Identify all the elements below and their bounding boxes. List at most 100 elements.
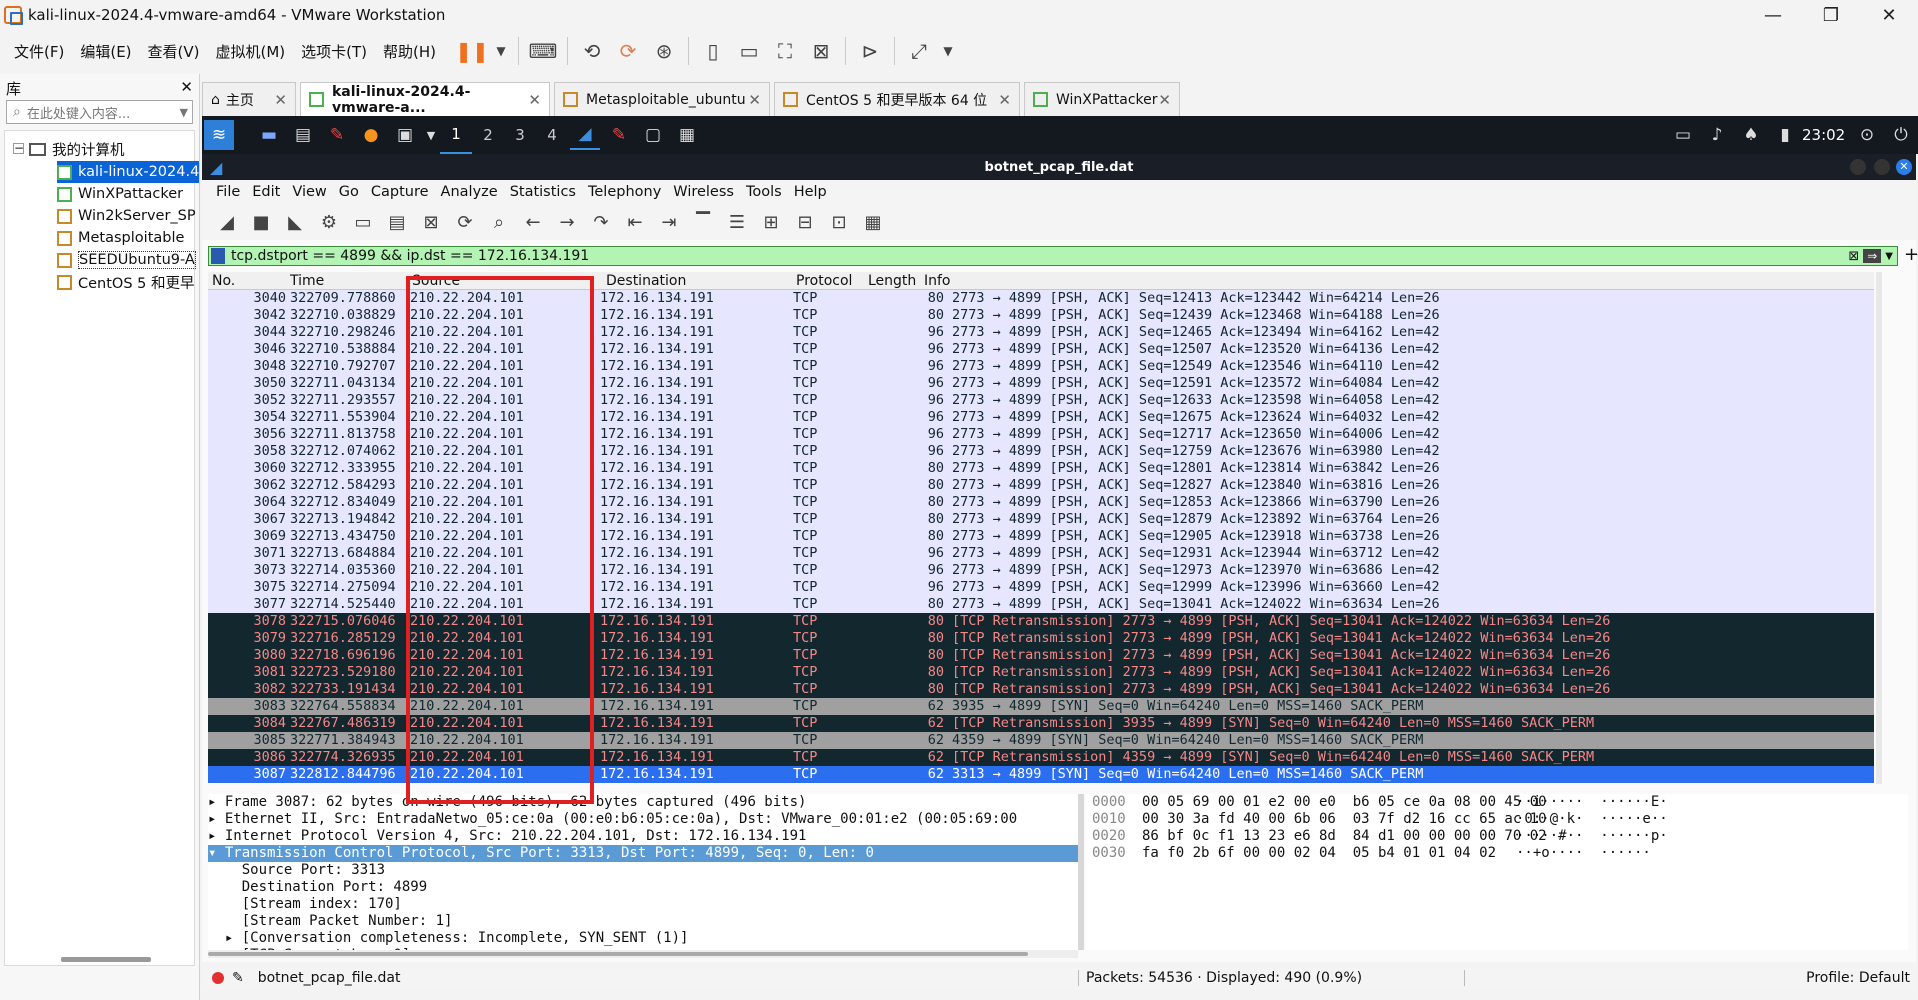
ws-menu-go[interactable]: Go [333,184,365,200]
detail-row[interactable]: ▸ Ethernet II, Src: EntradaNetwo_05:ce:0… [208,811,1078,828]
ws-menu-wireless[interactable]: Wireless [667,184,740,200]
maximize-button[interactable]: ❐ [1802,0,1860,30]
close-icon[interactable]: ✕ [748,91,761,109]
hex-row[interactable]: 0000 00 05 69 00 01 e2 00 e0 b6 05 ce 0a … [1086,794,1908,811]
power-icon[interactable]: ⏻ [1886,120,1916,150]
chevron-down-icon[interactable]: ▼ [493,36,509,66]
edit-comment-icon[interactable]: ✎ [232,970,244,986]
go-forward-icon[interactable]: → [552,207,582,237]
stretch-icon[interactable]: ⤢ [904,36,934,66]
stop-capture-icon[interactable]: ■ [246,207,276,237]
sidebar-toggle-icon[interactable]: ▯ [698,36,728,66]
col-info[interactable]: Info [924,273,951,289]
snapshot-manager-icon[interactable]: ⊛ [649,36,679,66]
find-packet-icon[interactable]: ⌕ [484,207,514,237]
clear-filter-icon[interactable]: ⊠ [1848,249,1859,264]
close-button[interactable]: ✕ [1860,0,1918,30]
menu-vm[interactable]: 虚拟机(M) [208,41,294,62]
firefox-icon[interactable]: ● [356,120,386,150]
display-filter-bar[interactable]: tcp.dstport == 4899 && ip.dst == 172.16.… [208,246,1898,266]
go-to-packet-icon[interactable]: ↷ [586,207,616,237]
workspace-4[interactable]: 4 [536,116,568,154]
terminal-task-icon[interactable]: ▢ [638,120,668,150]
menu-tabs[interactable]: 选项卡(T) [293,41,375,62]
zoom-in-icon[interactable]: ⊞ [756,207,786,237]
library-vm-seed[interactable]: SEEDUbuntu9-A [57,249,196,271]
col-time[interactable]: Time [290,273,324,289]
add-filter-icon[interactable]: + [1904,244,1918,265]
autoscroll-icon[interactable]: ▔ [688,207,718,237]
terminal-icon[interactable]: ▣ [390,120,420,150]
workspace-3[interactable]: 3 [504,116,536,154]
chevron-down-icon[interactable]: ▼ [180,106,188,119]
screen-icon[interactable]: ▭ [1668,120,1698,150]
library-scrollbar[interactable] [61,957,151,962]
save-file-icon[interactable]: ▤ [382,207,412,237]
notifications-icon[interactable]: ♠ [1736,120,1766,150]
ws-menu-analyze[interactable]: Analyze [435,184,504,200]
wireshark-task-icon[interactable]: ◢ [570,120,600,150]
console-icon[interactable]: ⊳ [855,36,885,66]
menu-view[interactable]: 查看(V) [140,41,208,62]
status-profile[interactable]: Profile: Default [1806,970,1910,986]
detail-row[interactable]: [Stream Packet Number: 1] [208,913,1078,930]
details-scrollbar[interactable] [1078,794,1084,950]
col-destination[interactable]: Destination [606,273,686,289]
revert-snapshot-icon[interactable]: ⟳ [613,36,643,66]
resize-columns-icon[interactable]: ▦ [858,207,888,237]
close-icon[interactable]: ✕ [180,78,193,96]
detail-row[interactable]: Destination Port: 4899 [208,879,1078,896]
packet-list-scrollbar[interactable] [1876,272,1882,784]
start-capture-icon[interactable]: ◢ [212,207,242,237]
tab-centos[interactable]: CentOS 5 和更早版本 64 位 ✕ [774,82,1020,116]
detail-row[interactable]: ▸ Frame 3087: 62 bytes on wire (496 bits… [208,794,1078,811]
display-filter-input[interactable]: tcp.dstport == 4899 && ip.dst == 172.16.… [231,248,589,264]
maximize-button[interactable] [1874,159,1890,175]
close-icon[interactable]: ✕ [998,91,1011,109]
chevron-down-icon[interactable]: ▼ [424,120,438,150]
last-packet-icon[interactable]: ⇥ [654,207,684,237]
library-vm-win2k[interactable]: Win2kServer_SP [57,205,196,227]
detail-row[interactable]: ▸ Internet Protocol Version 4, Src: 210.… [208,828,1078,845]
normal-size-icon[interactable]: ⊡ [824,207,854,237]
colorize-icon[interactable]: ☰ [722,207,752,237]
snapshot-icon[interactable]: ⟲ [577,36,607,66]
restart-capture-icon[interactable]: ◣ [280,207,310,237]
fullscreen-icon[interactable]: ⛶ [770,36,800,66]
ws-menu-capture[interactable]: Capture [365,184,435,200]
detail-row[interactable]: ▸ [Conversation completeness: Incomplete… [208,930,1078,947]
ws-menu-statistics[interactable]: Statistics [504,184,582,200]
hex-row[interactable]: 0030 fa f0 2b 6f 00 00 02 04 05 b4 01 01 … [1086,845,1908,862]
hex-row[interactable]: 0010 00 30 3a fd 40 00 6b 06 03 7f d2 16 … [1086,811,1908,828]
zoom-out-icon[interactable]: ⊟ [790,207,820,237]
close-file-icon[interactable]: ⊠ [416,207,446,237]
library-vm-centos[interactable]: CentOS 5 和更早 [57,271,194,293]
volume-icon[interactable]: ♪ [1702,120,1732,150]
tab-winxp[interactable]: WinXPattacker ✕ [1024,82,1180,116]
hex-row[interactable]: 0020 86 bf 0c f1 13 23 e6 8d 84 d1 00 00 … [1086,828,1908,845]
minimize-button[interactable]: — [1744,0,1802,30]
col-protocol[interactable]: Protocol [796,273,852,289]
tree-root[interactable]: 我的计算机 [29,139,125,160]
tab-metasploitable[interactable]: Metasploitable_ubuntu ✕ [554,82,770,116]
first-packet-icon[interactable]: ⇤ [620,207,650,237]
kali-menu-icon[interactable]: ≋ [204,120,234,150]
close-icon[interactable]: ✕ [528,91,541,109]
col-no[interactable]: No. [212,273,235,289]
reload-icon[interactable]: ⟳ [450,207,480,237]
detail-row[interactable]: [Stream index: 170] [208,896,1078,913]
bookmark-icon[interactable] [211,248,225,264]
library-vm-metasploitable[interactable]: Metasploitable [57,227,184,249]
detail-row[interactable]: ▾ Transmission Control Protocol, Src Por… [208,845,1078,862]
tab-home[interactable]: ⌂ 主页 ✕ [202,82,296,116]
chevron-down-icon[interactable]: ▼ [1885,251,1893,262]
open-file-icon[interactable]: ▭ [348,207,378,237]
unity-icon[interactable]: ⊠ [806,36,836,66]
lock-icon[interactable]: ⊙ [1852,120,1882,150]
ws-menu-help[interactable]: Help [788,184,833,200]
go-back-icon[interactable]: ← [518,207,548,237]
chevron-down-icon[interactable]: ▼ [940,36,956,66]
ws-menu-telephony[interactable]: Telephony [582,184,667,200]
minimize-button[interactable] [1850,159,1866,175]
pause-icon[interactable]: ❚❚ [455,36,489,66]
